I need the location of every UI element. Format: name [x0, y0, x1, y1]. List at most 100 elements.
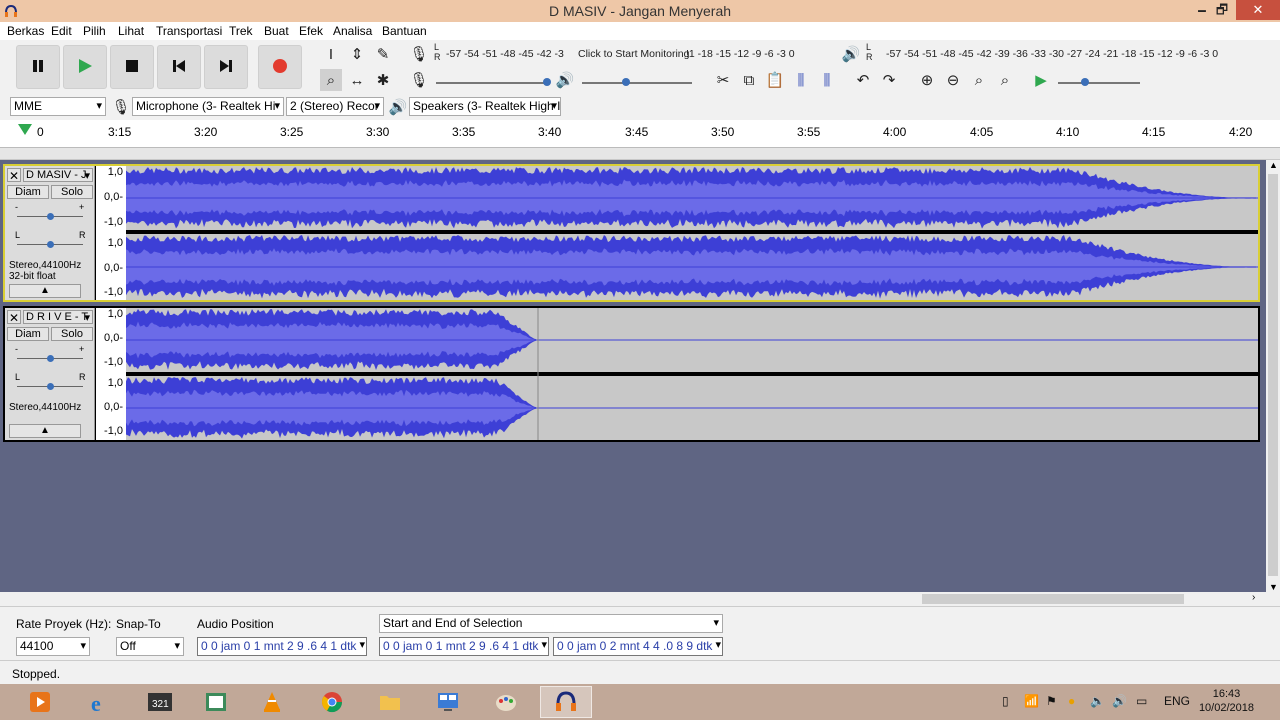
track-control-panel[interactable]: ✕ D R I V E - T ▾ Diam Solo - + L R Stere…: [5, 308, 95, 440]
zoom-in-icon[interactable]: ⊕: [916, 69, 938, 91]
flag-tray-icon[interactable]: ⚑: [1046, 694, 1057, 708]
menu-berkas[interactable]: Berkas: [7, 24, 44, 38]
audio-track[interactable]: ✕ D MASIV - J ▾ Diam Solo - + L R Stereo,…: [3, 164, 1260, 302]
menu-transportasi[interactable]: Transportasi: [156, 24, 222, 38]
pan-knob[interactable]: [47, 383, 54, 390]
speaker-tray-icon[interactable]: 🔈: [1090, 694, 1105, 708]
play-head-marker-icon[interactable]: [18, 124, 32, 139]
undo-icon[interactable]: ↶: [852, 69, 874, 91]
horizontal-scroll-thumb[interactable]: [922, 594, 1184, 604]
scroll-right-icon[interactable]: ›: [1252, 592, 1255, 603]
collapse-track-button[interactable]: ▲: [9, 424, 81, 438]
stop-button[interactable]: [110, 45, 154, 89]
mute-button[interactable]: Diam: [7, 327, 49, 341]
track-close-button[interactable]: ✕: [7, 168, 21, 183]
speaker-meter-icon[interactable]: 🔊: [840, 43, 862, 65]
play-at-speed-icon[interactable]: ▶: [1030, 69, 1052, 91]
record-meter-prompt[interactable]: Click to Start Monitoring: [578, 48, 689, 60]
update-tray-icon[interactable]: ●: [1068, 694, 1075, 708]
selection-start-field[interactable]: 0 0 jam 0 1 mnt 2 9 .6 4 1 dtk: [379, 637, 549, 656]
chrome-icon[interactable]: [306, 686, 358, 718]
fit-selection-icon[interactable]: ⌕: [968, 69, 990, 91]
video-editor-icon[interactable]: 321: [134, 686, 186, 718]
paint-icon[interactable]: [480, 686, 532, 718]
selection-mode-select[interactable]: Start and End of Selection: [379, 614, 723, 633]
gain-knob[interactable]: [47, 213, 54, 220]
copy-icon[interactable]: ⧉: [738, 69, 760, 91]
system-clock[interactable]: 16:43 10/02/2018: [1199, 687, 1254, 715]
input-volume-knob[interactable]: [543, 78, 551, 86]
zoom-tool-icon[interactable]: ⌕: [320, 69, 342, 91]
battery-tray-icon[interactable]: ▭: [1136, 694, 1147, 708]
menu-efek[interactable]: Efek: [299, 24, 323, 38]
zoom-out-icon[interactable]: ⊖: [942, 69, 964, 91]
track-panel[interactable]: ✕ D MASIV - J ▾ Diam Solo - + L R Stereo,…: [0, 160, 1266, 592]
skip-to-start-button[interactable]: [157, 45, 201, 89]
track-close-button[interactable]: ✕: [7, 310, 21, 325]
snap-to-select[interactable]: Off: [116, 637, 184, 656]
pause-button[interactable]: [16, 45, 60, 89]
playback-device-select[interactable]: Speakers (3- Realtek High I: [409, 97, 561, 116]
project-rate-select[interactable]: 44100: [16, 637, 90, 656]
audacity-icon[interactable]: [540, 686, 592, 718]
fit-project-icon[interactable]: ⌕: [994, 69, 1016, 91]
envelope-tool-icon[interactable]: ⇕: [346, 43, 368, 65]
vertical-scrollbar[interactable]: ▲ ▼: [1266, 160, 1280, 592]
explorer-folder-icon[interactable]: [364, 686, 416, 718]
cut-icon[interactable]: ✂: [712, 69, 734, 91]
horizontal-scrollbar[interactable]: ›: [0, 592, 1280, 606]
microphone-icon[interactable]: 🎙: [408, 43, 430, 65]
volume-tray-icon[interactable]: 🔊: [1112, 694, 1127, 708]
network-tray-icon[interactable]: ▯: [1002, 694, 1009, 708]
file-manager-icon[interactable]: [190, 686, 242, 718]
timeshift-tool-icon[interactable]: ↔: [346, 69, 368, 91]
gain-knob[interactable]: [47, 355, 54, 362]
track-name-menu[interactable]: D MASIV - J ▾: [23, 168, 93, 182]
solo-button[interactable]: Solo: [51, 185, 93, 199]
collapse-track-button[interactable]: ▲: [9, 284, 81, 298]
paste-icon[interactable]: 📋: [764, 69, 786, 91]
audio-track[interactable]: ✕ D R I V E - T ▾ Diam Solo - + L R Stere…: [3, 306, 1260, 442]
menu-lihat[interactable]: Lihat: [118, 24, 144, 38]
audio-host-select[interactable]: MME: [10, 97, 106, 116]
menu-buat[interactable]: Buat: [264, 24, 289, 38]
wifi-tray-icon[interactable]: 📶: [1024, 694, 1039, 708]
play-speed-slider[interactable]: [1058, 82, 1140, 84]
record-button[interactable]: [258, 45, 302, 89]
redo-icon[interactable]: ↷: [878, 69, 900, 91]
audio-position-field[interactable]: 0 0 jam 0 1 mnt 2 9 .6 4 1 dtk: [197, 637, 367, 656]
scroll-up-icon[interactable]: ▲: [1269, 160, 1278, 170]
close-button[interactable]: ✕: [1236, 0, 1280, 20]
track-control-panel[interactable]: ✕ D MASIV - J ▾ Diam Solo - + L R Stereo,…: [5, 166, 95, 300]
silence-icon[interactable]: ⫼: [816, 69, 838, 91]
draw-tool-icon[interactable]: ✎: [372, 43, 394, 65]
vertical-ruler[interactable]: 1,0 0,0- -1,0 1,0 0,0- -1,0: [96, 308, 126, 440]
internet-explorer-icon[interactable]: e: [74, 686, 126, 718]
recording-channels-select[interactable]: 2 (Stereo) Recor: [286, 97, 384, 116]
waveform-area[interactable]: [126, 166, 1258, 300]
control-panel-icon[interactable]: [422, 686, 474, 718]
language-indicator[interactable]: ENG: [1164, 694, 1190, 708]
track-name-menu[interactable]: D R I V E - T ▾: [23, 310, 93, 324]
multi-tool-icon[interactable]: ✱: [372, 69, 394, 91]
trim-icon[interactable]: ⫼: [790, 69, 812, 91]
maximize-button[interactable]: 🗗: [1208, 0, 1236, 20]
play-button[interactable]: [63, 45, 107, 89]
selection-tool-icon[interactable]: I: [320, 43, 342, 65]
input-volume-slider[interactable]: [436, 82, 550, 84]
menu-edit[interactable]: Edit: [51, 24, 72, 38]
pan-knob[interactable]: [47, 241, 54, 248]
output-volume-knob[interactable]: [622, 78, 630, 86]
menu-pilih[interactable]: Pilih: [83, 24, 106, 38]
output-volume-slider[interactable]: [582, 82, 692, 84]
media-player-icon[interactable]: [14, 686, 66, 718]
timeline-ruler[interactable]: 0 3:15 3:20 3:25 3:30 3:35 3:40 3:45 3:5…: [0, 120, 1280, 148]
waveform-area[interactable]: [126, 308, 1258, 440]
solo-button[interactable]: Solo: [51, 327, 93, 341]
menu-analisa[interactable]: Analisa: [333, 24, 372, 38]
selection-end-field[interactable]: 0 0 jam 0 2 mnt 4 4 .0 8 9 dtk: [553, 637, 723, 656]
play-speed-knob[interactable]: [1081, 78, 1089, 86]
menu-bantuan[interactable]: Bantuan: [382, 24, 427, 38]
scroll-down-icon[interactable]: ▼: [1269, 582, 1278, 592]
recording-device-select[interactable]: Microphone (3- Realtek Hi: [132, 97, 284, 116]
